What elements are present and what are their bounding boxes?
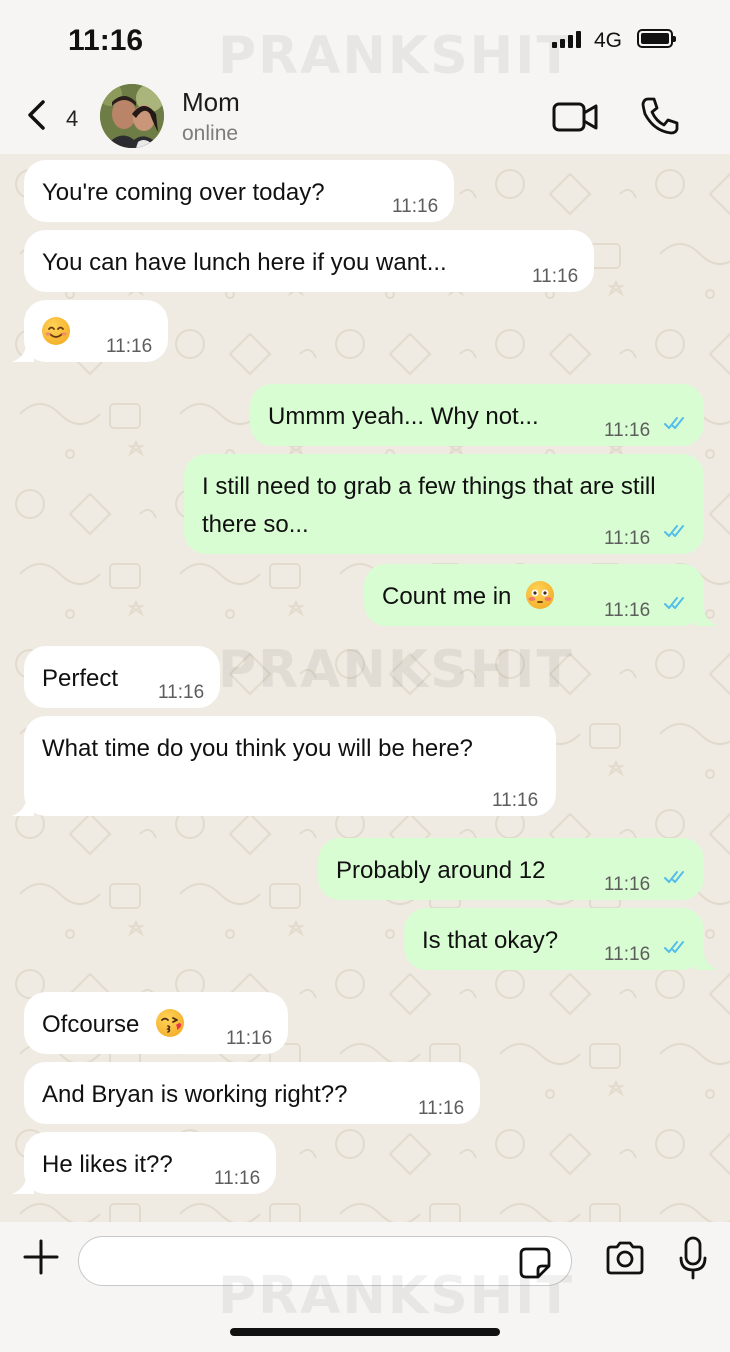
contact-name[interactable]: Mom	[182, 87, 240, 118]
message-time: 11:16	[226, 1028, 273, 1049]
bubble-tail	[696, 608, 718, 626]
message-incoming[interactable]: Ofcourse 11:16	[24, 992, 288, 1054]
message-text: He likes it??	[42, 1151, 173, 1178]
smiling-face-emoji	[42, 317, 70, 345]
message-time: 11:16	[604, 420, 651, 441]
message-text: Probably around 12	[336, 857, 546, 884]
message-incoming[interactable]: You can have lunch here if you want... 1…	[24, 230, 594, 292]
message-incoming[interactable]: What time do you think you will be here?…	[24, 716, 556, 816]
message-time: 11:16	[418, 1098, 465, 1119]
camera-icon[interactable]	[604, 1240, 646, 1276]
message-time: 11:16	[158, 682, 205, 703]
flushed-face-emoji	[526, 581, 555, 609]
chevron-left-icon[interactable]	[24, 98, 50, 132]
message-time: 11:16	[106, 336, 153, 357]
message-time: 11:16	[532, 266, 579, 287]
read-ticks-icon	[664, 871, 684, 883]
bubble-tail	[12, 344, 34, 362]
kissing-face-emoji	[156, 1009, 185, 1037]
microphone-icon[interactable]	[678, 1236, 708, 1282]
read-ticks-icon	[664, 597, 684, 609]
message-outgoing[interactable]: Count me in 11:16	[364, 564, 704, 626]
message-text: Count me in	[382, 583, 512, 610]
status-time: 11:16	[68, 24, 144, 57]
bubble-tail	[12, 1176, 34, 1194]
video-call-icon[interactable]	[552, 100, 600, 134]
read-ticks-icon	[664, 417, 684, 429]
plus-icon[interactable]	[22, 1238, 60, 1276]
message-text: Is that okay?	[422, 927, 559, 954]
message-text: What time do you think you will be here?	[42, 735, 473, 762]
status-bar: 11:16 4G PRANKSHIT	[0, 0, 730, 86]
message-time: 11:16	[604, 944, 651, 965]
message-time: 11:16	[492, 790, 539, 811]
bubble-tail	[12, 798, 34, 816]
message-text: Perfect	[42, 665, 119, 692]
message-text: You're coming over today?	[42, 179, 325, 206]
message-time: 11:16	[604, 874, 651, 895]
message-text: Ofcourse	[42, 1011, 140, 1038]
contact-status: online	[182, 122, 239, 145]
network-type: 4G	[594, 29, 623, 52]
message-text: Ummm yeah... Why not...	[268, 403, 539, 430]
message-text: You can have lunch here if you want...	[42, 249, 447, 276]
watermark-bottom: PRANKSHIT	[218, 1266, 574, 1326]
composer-bar: PRANKSHIT	[0, 1222, 730, 1352]
watermark-middle: PRANKSHIT	[218, 640, 574, 700]
message-outgoing[interactable]: Probably around 12 11:16	[318, 838, 704, 900]
message-outgoing[interactable]: Is that okay? 11:16	[404, 908, 704, 970]
phone-call-icon[interactable]	[640, 96, 680, 136]
battery-icon	[637, 29, 676, 48]
message-incoming[interactable]: He likes it?? 11:16	[24, 1132, 276, 1194]
unread-count[interactable]: 4	[66, 106, 78, 132]
bubble-tail	[696, 952, 718, 970]
message-time: 11:16	[604, 600, 651, 621]
watermark-top: PRANKSHIT	[218, 26, 574, 86]
read-ticks-icon	[664, 525, 684, 537]
message-time: 11:16	[392, 196, 439, 217]
home-indicator[interactable]	[230, 1328, 500, 1336]
message-incoming[interactable]: Perfect 11:16	[24, 646, 220, 708]
avatar[interactable]	[100, 84, 164, 148]
message-time: 11:16	[214, 1168, 261, 1189]
message-incoming[interactable]: 11:16	[24, 300, 168, 362]
chat-header: 4 Mom online	[0, 80, 730, 154]
message-text: I still need to grab a few things that a…	[202, 473, 656, 538]
message-incoming[interactable]: And Bryan is working right?? 11:16	[24, 1062, 480, 1124]
chat-area[interactable]: PRANKSHIT You're coming over today? 11:1…	[0, 154, 730, 1222]
message-outgoing[interactable]: Ummm yeah... Why not... 11:16	[250, 384, 704, 446]
message-incoming[interactable]: You're coming over today? 11:16	[24, 160, 454, 222]
message-time: 11:16	[604, 528, 651, 549]
read-ticks-icon	[664, 941, 684, 953]
message-outgoing[interactable]: I still need to grab a few things that a…	[184, 454, 704, 554]
message-text: And Bryan is working right??	[42, 1081, 348, 1108]
